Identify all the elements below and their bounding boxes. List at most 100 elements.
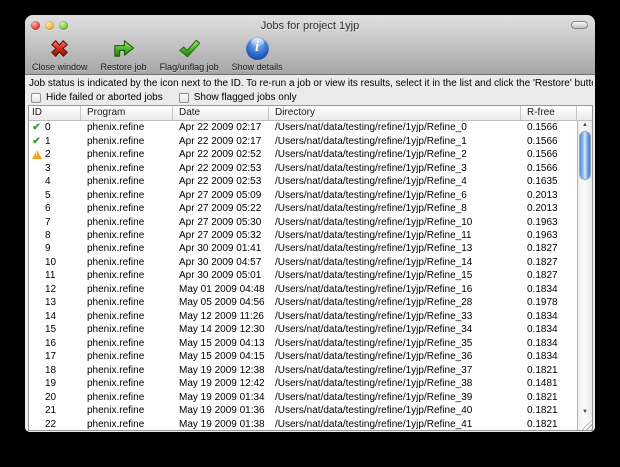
flag-unflag-job-button[interactable]: Flag/unflag job <box>156 35 223 72</box>
cell-id: 7 <box>29 217 81 228</box>
close-window-button[interactable]: Close window <box>28 35 92 72</box>
cell-program: phenix.refine <box>87 149 145 161</box>
table-row[interactable]: 20 phenix.refine May 19 2009 01:34/Users/n… <box>29 390 577 403</box>
cell-date: Apr 22 2009 02:53 <box>179 162 262 174</box>
cell-program: phenix.refine <box>87 216 145 228</box>
cell-id: 20 <box>29 392 81 403</box>
status-help-text: Job status is indicated by the icon next… <box>29 78 593 89</box>
table-row[interactable]: 5 phenix.refine Apr 27 2009 05:09/Users/na… <box>29 188 577 201</box>
cell-directory: /Users/nat/data/testing/refine/1yjp/Refi… <box>275 189 467 201</box>
status-spacer <box>31 338 42 349</box>
header-rfree[interactable]: R-free <box>521 106 577 120</box>
vertical-scrollbar[interactable]: ▲ ▼ <box>577 121 592 430</box>
cell-directory: /Users/nat/data/testing/refine/1yjp/Refi… <box>275 256 473 268</box>
status-spacer <box>31 163 42 174</box>
scroll-down-arrow-icon[interactable]: ▼ <box>578 408 592 417</box>
cell-directory: /Users/nat/data/testing/refine/1yjp/Refi… <box>275 229 472 241</box>
table-row[interactable]: ✔ 1 phenix.refine Apr 22 2009 02:17/Users/n… <box>29 134 577 147</box>
table-row[interactable]: 7 phenix.refine Apr 27 2009 05:30/Users/na… <box>29 215 577 228</box>
header-program[interactable]: Program <box>81 106 173 120</box>
checkbox-box[interactable] <box>178 92 189 103</box>
cell-program: phenix.refine <box>87 324 145 336</box>
cell-date: Apr 22 2009 02:17 <box>179 135 262 147</box>
job-id: 15 <box>45 324 57 336</box>
cell-program: phenix.refine <box>87 391 145 403</box>
scroll-up-arrow-icon[interactable]: ▲ <box>578 121 592 130</box>
status-spacer <box>31 351 42 362</box>
table-row[interactable]: 9 phenix.refine Apr 30 2009 01:41/Users/na… <box>29 242 577 255</box>
status-spacer <box>31 378 42 389</box>
cell-program: phenix.refine <box>87 203 145 215</box>
show-details-button[interactable]: i Show details <box>228 35 287 72</box>
checkbox-box[interactable] <box>31 92 41 103</box>
cell-date: Apr 30 2009 01:41 <box>179 243 262 255</box>
cell-date: May 15 2009 04:15 <box>179 351 265 363</box>
cell-rfree: 0.1834 <box>527 310 558 322</box>
cell-id: 9 <box>29 243 81 254</box>
status-spacer <box>31 217 42 228</box>
job-id: 5 <box>45 189 51 201</box>
status-spacer <box>31 419 42 430</box>
header-id[interactable]: ID <box>29 106 81 120</box>
table-row[interactable]: 21 phenix.refine May 19 2009 01:36/Users/n… <box>29 404 577 417</box>
cell-directory: /Users/nat/data/testing/refine/1yjp/Refi… <box>275 418 473 430</box>
cell-id: 12 <box>29 284 81 295</box>
status-spacer <box>31 257 42 268</box>
table-row[interactable]: 6 phenix.refine Apr 27 2009 05:22/Users/na… <box>29 202 577 215</box>
table-row[interactable]: 4 phenix.refine Apr 22 2009 02:53/Users/na… <box>29 175 577 188</box>
content-panel: Job status is indicated by the icon next… <box>25 75 595 432</box>
table-body: ✔ 0 phenix.refine Apr 22 2009 02:17/Users/n… <box>29 121 577 430</box>
table-row[interactable]: 19 phenix.refine May 19 2009 12:42/Users/n… <box>29 377 577 390</box>
cell-directory: /Users/nat/data/testing/refine/1yjp/Refi… <box>275 243 473 255</box>
table-row[interactable]: 16 phenix.refine May 15 2009 04:13/Users/n… <box>29 337 577 350</box>
status-spacer <box>31 405 42 416</box>
job-id: 8 <box>45 229 51 241</box>
cell-date: Apr 30 2009 04:57 <box>179 256 262 268</box>
table-row[interactable]: 10 phenix.refine Apr 30 2009 04:57/Users/n… <box>29 256 577 269</box>
table-row[interactable]: 8 phenix.refine Apr 27 2009 05:32/Users/na… <box>29 229 577 242</box>
restore-job-button[interactable]: Restore job <box>97 35 151 72</box>
table-row[interactable]: 17 phenix.refine May 15 2009 04:15/Users/n… <box>29 350 577 363</box>
cell-id: 10 <box>29 257 81 268</box>
jobs-table: ID Program Date Directory R-free ✔ 0 pheni… <box>28 105 593 431</box>
resize-grip[interactable] <box>579 417 592 430</box>
status-spacer <box>31 176 42 187</box>
toolbar-collapse-button[interactable] <box>571 21 588 29</box>
hide-failed-checkbox[interactable]: Hide failed or aborted jobs <box>31 92 163 103</box>
job-id: 2 <box>45 149 51 161</box>
table-row[interactable]: 11 phenix.refine Apr 30 2009 05:01/Users/n… <box>29 269 577 282</box>
cell-date: Apr 22 2009 02:53 <box>179 176 262 188</box>
cell-program: phenix.refine <box>87 229 145 241</box>
table-row[interactable]: ! 2 phenix.refine Apr 22 2009 02:52/Users/n… <box>29 148 577 161</box>
status-spacer <box>31 284 42 295</box>
table-header: ID Program Date Directory R-free <box>29 106 592 121</box>
cell-date: May 05 2009 04:56 <box>179 297 265 309</box>
cell-rfree: 0.2013 <box>527 189 558 201</box>
table-row[interactable]: 3 phenix.refine Apr 22 2009 02:53/Users/na… <box>29 161 577 174</box>
status-spacer <box>31 297 42 308</box>
cell-id: ! 2 <box>29 149 81 160</box>
table-row[interactable]: 12 phenix.refine May 01 2009 04:48/Users/n… <box>29 283 577 296</box>
table-row[interactable]: ✔ 0 phenix.refine Apr 22 2009 02:17/Users/n… <box>29 121 577 134</box>
zoom-window-light[interactable] <box>59 21 68 30</box>
table-row[interactable]: 13 phenix.refine May 05 2009 04:56/Users/n… <box>29 296 577 309</box>
cell-rfree: 0.1566 <box>527 149 558 161</box>
cell-rfree: 0.1827 <box>527 270 558 282</box>
job-id: 13 <box>45 297 57 309</box>
status-spacer <box>31 270 42 281</box>
close-window-light[interactable] <box>31 21 40 30</box>
scrollbar-thumb[interactable] <box>579 131 591 180</box>
toolbar: Close window Restore job Flag/unflag job… <box>28 35 287 72</box>
cell-id: 5 <box>29 190 81 201</box>
header-corner <box>577 106 592 120</box>
header-date[interactable]: Date <box>173 106 269 120</box>
table-row[interactable]: 18 phenix.refine May 19 2009 12:38/Users/n… <box>29 363 577 376</box>
cell-date: Apr 22 2009 02:52 <box>179 149 262 161</box>
table-row[interactable]: 14 phenix.refine May 12 2009 11:26/Users/n… <box>29 310 577 323</box>
cell-id: 18 <box>29 365 81 376</box>
minimize-window-light[interactable] <box>45 21 54 30</box>
table-row[interactable]: 22 phenix.refine May 19 2009 01:38/Users/n… <box>29 417 577 430</box>
show-flagged-checkbox[interactable]: Show flagged jobs only <box>178 92 297 103</box>
table-row[interactable]: 15 phenix.refine May 14 2009 12:30/Users/n… <box>29 323 577 336</box>
header-directory[interactable]: Directory <box>269 106 521 120</box>
